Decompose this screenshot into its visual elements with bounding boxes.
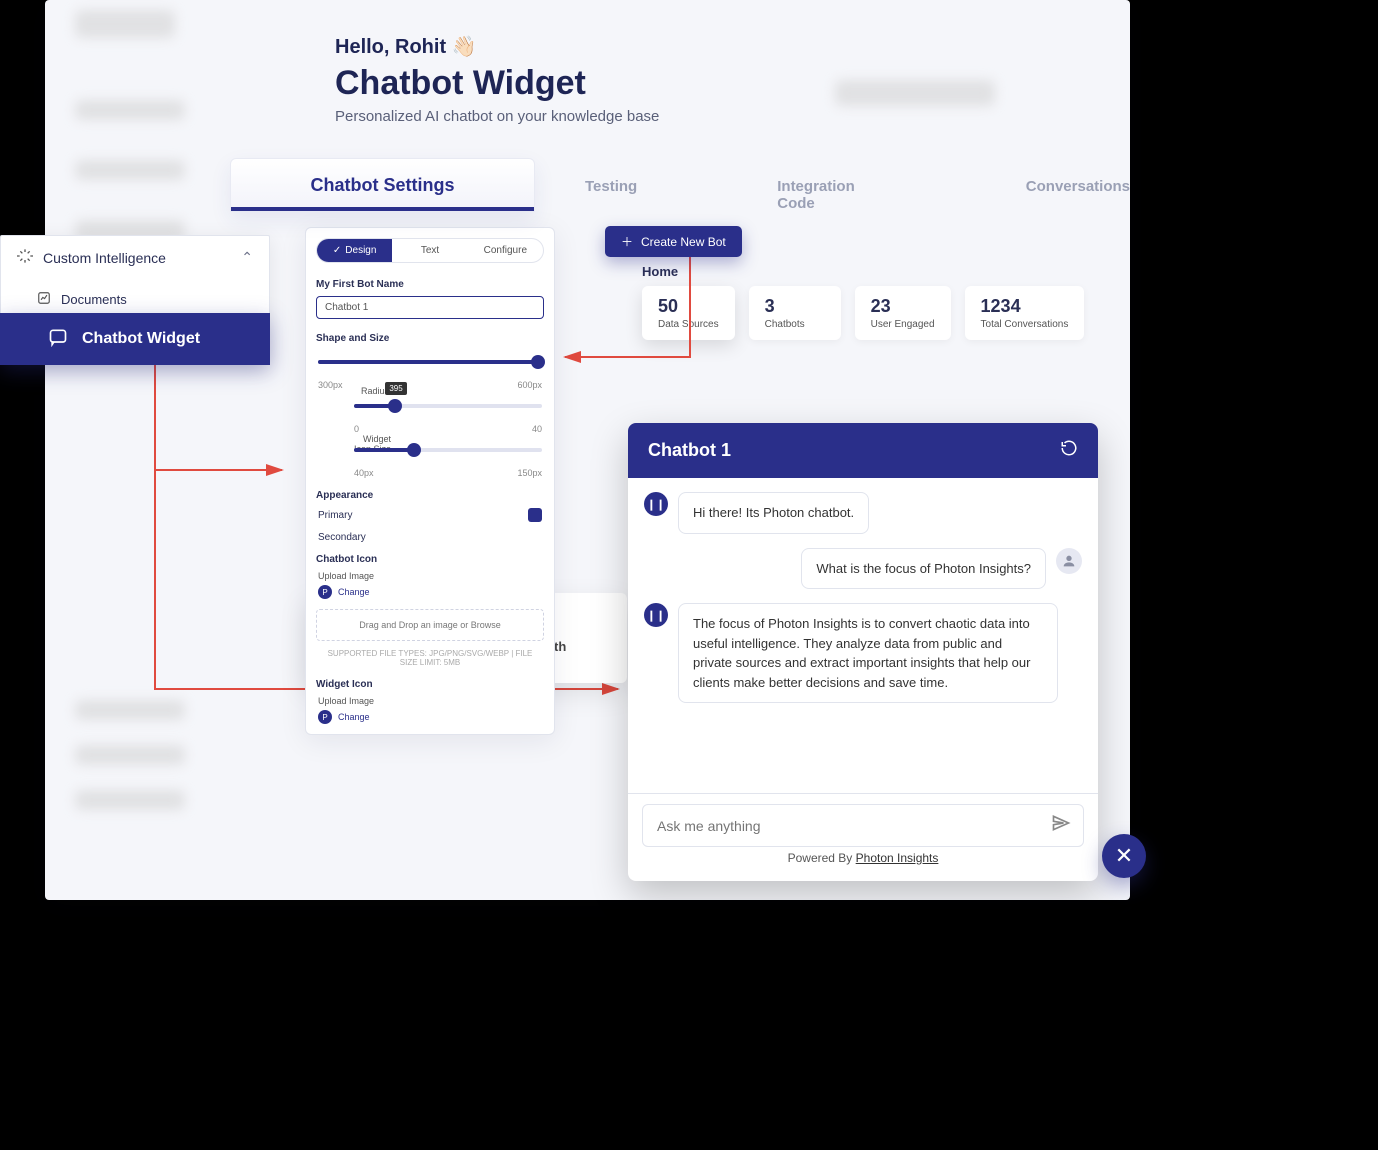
bot-avatar-icon: ❙❙ [644,603,668,627]
logo-dot-icon: P [318,585,332,599]
sidebar-item-label: Documents [61,292,127,307]
width-min: 300px [318,380,343,390]
stat-label: Total Conversations [981,319,1069,330]
logo-blur [75,10,175,38]
width-slider[interactable] [318,352,542,374]
stat-card: 3 Chatbots [749,286,841,340]
radius-slider[interactable]: Radius 395 [354,396,542,418]
nav-blur [75,790,185,810]
page-subtitle: Personalized AI chatbot on your knowledg… [335,108,659,125]
icon-min: 40px [354,468,374,478]
stats-row: 50 Data Sources 3 Chatbots 23 User Engag… [642,286,1084,340]
stat-value: 23 [871,296,935,317]
image-dropzone[interactable]: Drag and Drop an image or Browse [316,609,544,641]
sidebar-section-label: Custom Intelligence [43,250,166,266]
tab-testing[interactable]: Testing [585,178,637,212]
radius-min: 0 [354,424,359,434]
stat-card: 50 Data Sources [642,286,735,340]
bot-name-input[interactable]: Chatbot 1 [316,296,544,319]
message-row: ❙❙ The focus of Photon Insights is to co… [644,603,1082,703]
powered-by-prefix: Powered By [788,851,856,865]
close-chat-button[interactable]: ✕ [1102,834,1146,878]
slider-tooltip: 395 [385,382,406,395]
upload-label: Upload Image [306,692,554,706]
radius-max: 40 [532,424,542,434]
tab-chatbot-settings[interactable]: Chatbot Settings [230,158,535,212]
tab-integration[interactable]: Integration Code [777,178,886,212]
message-row: ❙❙ Hi there! Its Photon chatbot. [644,492,1082,534]
icon-size-slider[interactable]: Widget Icon Size [354,440,542,462]
chatbot-window: Chatbot 1 ❙❙ Hi there! Its Photon chatbo… [628,423,1098,881]
chat-header: Chatbot 1 [628,423,1098,478]
stat-card: 23 User Engaged [855,286,951,340]
chart-icon [37,291,51,308]
nav-blur [75,700,185,720]
shape-size-heading: Shape and Size [306,327,554,346]
greeting-text: Hello, Rohit 👋🏻 [335,34,477,59]
segmented-control: ✓Design Text Configure [316,238,544,263]
primary-color-label: Primary [318,510,352,521]
stat-value: 3 [765,296,825,317]
header-blur [835,80,995,106]
bot-name-label: My First Bot Name [306,273,554,292]
home-heading: Home [642,264,678,279]
chevron-up-icon: ⌃ [241,249,253,266]
logo-dot-icon: P [318,710,332,724]
appearance-heading: Appearance [306,484,554,503]
upload-label: Upload Image [306,567,554,581]
bot-avatar-icon: ❙❙ [644,492,668,516]
nav-blur [75,745,185,765]
change-button[interactable]: Change [338,587,370,597]
widget-icon-heading: Widget Icon [306,673,554,692]
message-row: What is the focus of Photon Insights? [644,548,1082,590]
bot-message: The focus of Photon Insights is to conve… [678,603,1058,703]
primary-color-row[interactable]: Primary [306,503,554,527]
stat-label: Chatbots [765,319,825,330]
page-title: Chatbot Widget [335,64,586,103]
chat-input[interactable] [655,817,1051,835]
icon-max: 150px [517,468,542,478]
user-avatar-icon [1056,548,1082,574]
secondary-color-label: Secondary [318,532,366,543]
sparkle-icon [17,248,33,267]
nav-blur [75,100,185,120]
nav-blur [75,160,185,180]
powered-by-link[interactable]: Photon Insights [856,851,939,865]
chat-body: ❙❙ Hi there! Its Photon chatbot. What is… [628,478,1098,793]
radius-label: Radius [349,386,389,396]
segment-design[interactable]: ✓Design [317,239,392,262]
stat-label: Data Sources [658,319,719,330]
sidebar-item-label: Chatbot Widget [82,330,200,348]
secondary-color-row[interactable]: Secondary [306,527,554,548]
segment-text[interactable]: Text [392,239,467,262]
color-swatch[interactable] [528,508,542,522]
change-button[interactable]: Change [338,712,370,722]
chat-icon [48,327,68,352]
chat-input-area: Powered By Photon Insights [628,793,1098,881]
stat-value: 1234 [981,296,1069,317]
create-new-bot-button[interactable]: ＋ Create New Bot [605,226,742,257]
width-max: 600px [517,380,542,390]
chat-title: Chatbot 1 [648,440,731,461]
stat-card: 1234 Total Conversations [965,286,1085,340]
chatbot-icon-heading: Chatbot Icon [306,548,554,567]
close-icon: ✕ [1115,843,1133,869]
tab-label: Chatbot Settings [311,175,455,196]
stat-label: User Engaged [871,319,935,330]
user-message: What is the focus of Photon Insights? [801,548,1046,590]
send-icon[interactable] [1051,813,1071,838]
bot-message: Hi there! Its Photon chatbot. [678,492,869,534]
sidebar-section[interactable]: Custom Intelligence ⌃ [1,236,269,279]
file-hint: SUPPORTED FILE TYPES: JPG/PNG/SVG/WEBP |… [306,647,554,673]
sidebar-item-chatbot-widget[interactable]: Chatbot Widget [0,313,270,365]
segment-configure[interactable]: Configure [468,239,543,262]
chat-footer: Powered By Photon Insights [642,847,1084,875]
settings-panel: ✓Design Text Configure My First Bot Name… [305,227,555,735]
refresh-icon[interactable] [1060,439,1078,462]
stat-value: 50 [658,296,719,317]
plus-icon: ＋ [621,233,633,250]
tab-conversations[interactable]: Conversations [1026,178,1130,212]
create-new-bot-label: Create New Bot [641,235,726,249]
